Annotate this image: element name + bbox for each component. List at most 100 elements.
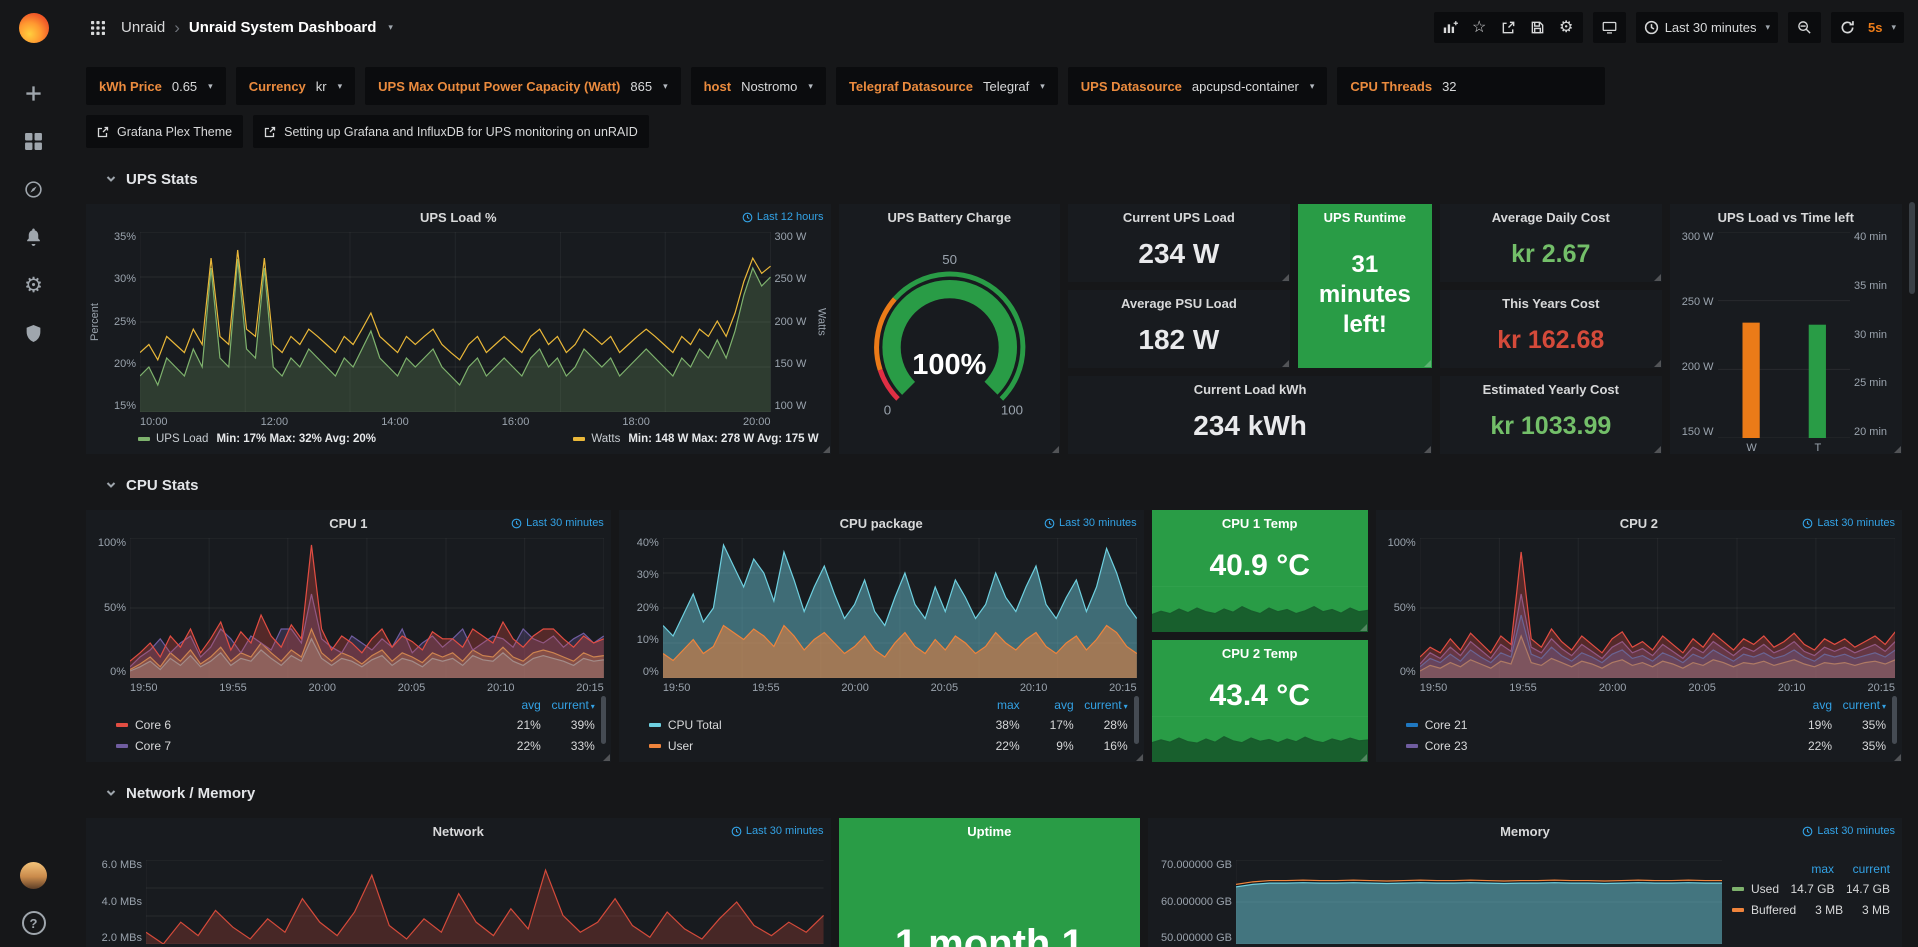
legend-row: Core 722%33% — [116, 735, 595, 756]
variable-input-value[interactable]: 32 — [1442, 79, 1592, 94]
panel-time-range[interactable]: Last 30 minutes — [511, 517, 604, 529]
legend-column-header[interactable]: avg — [1020, 698, 1074, 712]
create-icon[interactable] — [11, 70, 57, 116]
panel-time-range[interactable]: Last 30 minutes — [1802, 517, 1895, 529]
time-range-picker[interactable]: Last 30 minutes ▾ — [1638, 12, 1776, 43]
apps-grid-icon[interactable] — [83, 13, 113, 43]
variable-dropdown[interactable]: host Nostromo ▾ — [691, 67, 826, 105]
breadcrumb-app[interactable]: Unraid — [121, 19, 165, 36]
section-ups-stats[interactable]: UPS Stats — [105, 162, 1886, 196]
panel-title[interactable]: Average Daily Cost — [1492, 210, 1610, 225]
panel-title[interactable]: Current UPS Load — [1123, 210, 1235, 225]
grafana-logo[interactable] — [19, 13, 49, 43]
legend-column-header[interactable]: current — [541, 698, 595, 712]
breadcrumb-dashboard-title[interactable]: Unraid System Dashboard — [189, 19, 377, 36]
server-admin-icon[interactable] — [11, 310, 57, 356]
dashboard-link[interactable]: Setting up Grafana and InfluxDB for UPS … — [253, 115, 649, 148]
refresh-button[interactable] — [1833, 12, 1862, 43]
panel-time-range[interactable]: Last 30 minutes — [731, 825, 824, 837]
panel-title[interactable]: CPU 2 Temp — [1222, 646, 1298, 661]
series-name[interactable]: Core 6 — [135, 718, 171, 732]
ups-load-chart[interactable] — [140, 232, 771, 412]
panel-title[interactable]: UPS Battery Charge — [888, 210, 1012, 225]
cpu2-chart[interactable] — [1420, 538, 1895, 678]
series-name[interactable]: User — [668, 739, 693, 753]
variable-dropdown[interactable]: Currency kr ▾ — [236, 67, 355, 105]
chevron-down-icon: ▾ — [208, 81, 213, 92]
network-chart[interactable] — [146, 860, 824, 944]
variable-input-cpu-threads[interactable]: CPU Threads 32 — [1337, 67, 1605, 105]
legend-column-header[interactable]: max — [1778, 862, 1834, 876]
user-avatar[interactable] — [11, 852, 57, 898]
panel-title[interactable]: Uptime — [967, 824, 1011, 839]
cpu-package-chart[interactable] — [663, 538, 1137, 678]
panel-title[interactable]: Estimated Yearly Cost — [1483, 382, 1619, 397]
ups-bar-chart[interactable] — [1718, 232, 1850, 438]
panel-title[interactable]: UPS Load vs Time left — [1718, 210, 1854, 225]
legend-column-header[interactable]: current — [1074, 698, 1128, 712]
legend-column-header[interactable]: current — [1834, 862, 1890, 876]
cpu1-chart[interactable] — [130, 538, 604, 678]
series-name[interactable]: Watts — [591, 433, 620, 445]
panel-title[interactable]: Current Load kWh — [1194, 382, 1307, 397]
variable-dropdown[interactable]: UPS Datasource apcupsd-container ▾ — [1068, 67, 1328, 105]
dashboards-icon[interactable] — [11, 118, 57, 164]
panel-title[interactable]: Network — [433, 824, 484, 839]
star-button[interactable]: ☆ — [1465, 12, 1494, 43]
series-name[interactable]: UPS Load — [156, 433, 208, 445]
series-name[interactable]: Core 23 — [1425, 739, 1468, 753]
series-name[interactable]: Core 21 — [1425, 718, 1468, 732]
legend-row: CPU Total38%17%28% — [649, 714, 1128, 735]
add-panel-button[interactable] — [1436, 12, 1465, 43]
variable-dropdown[interactable]: kWh Price 0.65 ▾ — [86, 67, 226, 105]
legend-scrollbar[interactable] — [601, 696, 606, 744]
legend-scrollbar[interactable] — [1134, 696, 1139, 744]
panel-title[interactable]: CPU package — [840, 516, 923, 531]
zoom-out-button[interactable] — [1790, 12, 1819, 43]
battery-gauge[interactable]: 050100 — [850, 237, 1049, 448]
series-name[interactable]: CPU Total — [668, 718, 722, 732]
cycle-view-button[interactable] — [1595, 12, 1624, 43]
series-name[interactable]: Used — [1751, 882, 1779, 896]
page-scrollbar[interactable] — [1909, 202, 1915, 294]
series-name[interactable]: Core 7 — [135, 739, 171, 753]
panel-time-range[interactable]: Last 30 minutes — [1802, 825, 1895, 837]
variable-dropdown[interactable]: Telegraf Datasource Telegraf ▾ — [836, 67, 1058, 105]
stat-value: kr 162.68 — [1440, 316, 1662, 368]
panel-title[interactable]: Average PSU Load — [1121, 296, 1237, 311]
alerting-icon[interactable] — [11, 214, 57, 260]
refresh-interval-picker[interactable]: 5s ▾ — [1862, 12, 1902, 43]
help-icon[interactable]: ? — [11, 900, 57, 946]
chevron-down-icon[interactable]: ▾ — [388, 22, 393, 33]
configuration-icon[interactable]: ⚙ — [11, 262, 57, 308]
svg-text:50: 50 — [942, 252, 957, 267]
save-button[interactable] — [1523, 12, 1552, 43]
chevron-down-icon: ▾ — [808, 81, 813, 92]
legend-column-header[interactable]: avg — [487, 698, 541, 712]
legend-column-header[interactable]: current — [1832, 698, 1886, 712]
variable-dropdown[interactable]: UPS Max Output Power Capacity (Watt) 865… — [365, 67, 680, 105]
section-cpu-stats[interactable]: CPU Stats — [105, 468, 1886, 502]
panel-title[interactable]: CPU 1 Temp — [1222, 516, 1298, 531]
panel-time-range[interactable]: Last 12 hours — [742, 211, 824, 223]
panel-title[interactable]: UPS Load % — [420, 210, 497, 225]
share-button[interactable] — [1494, 12, 1523, 43]
series-name[interactable]: Buffered — [1751, 903, 1796, 917]
panel-time-range[interactable]: Last 30 minutes — [1044, 517, 1137, 529]
dashboard-settings-button[interactable]: ⚙ — [1552, 12, 1581, 43]
panel-cpu1-temp: CPU 1 Temp 40.9 °C — [1152, 510, 1368, 632]
panel-cpu-package: CPU package Last 30 minutes 40%30%20%10%… — [619, 510, 1144, 762]
svg-text:0: 0 — [883, 402, 890, 417]
panel-title[interactable]: CPU 2 — [1620, 516, 1658, 531]
panel-title[interactable]: Memory — [1500, 824, 1550, 839]
panel-title[interactable]: UPS Runtime — [1324, 210, 1406, 225]
legend-column-header[interactable]: max — [966, 698, 1020, 712]
dashboard-link[interactable]: Grafana Plex Theme — [86, 115, 243, 148]
section-network-memory[interactable]: Network / Memory — [105, 776, 1886, 810]
legend-scrollbar[interactable] — [1892, 696, 1897, 744]
panel-title[interactable]: CPU 1 — [329, 516, 367, 531]
memory-chart[interactable] — [1236, 860, 1722, 944]
panel-title[interactable]: This Years Cost — [1502, 296, 1599, 311]
legend-column-header[interactable]: avg — [1778, 698, 1832, 712]
explore-icon[interactable] — [11, 166, 57, 212]
